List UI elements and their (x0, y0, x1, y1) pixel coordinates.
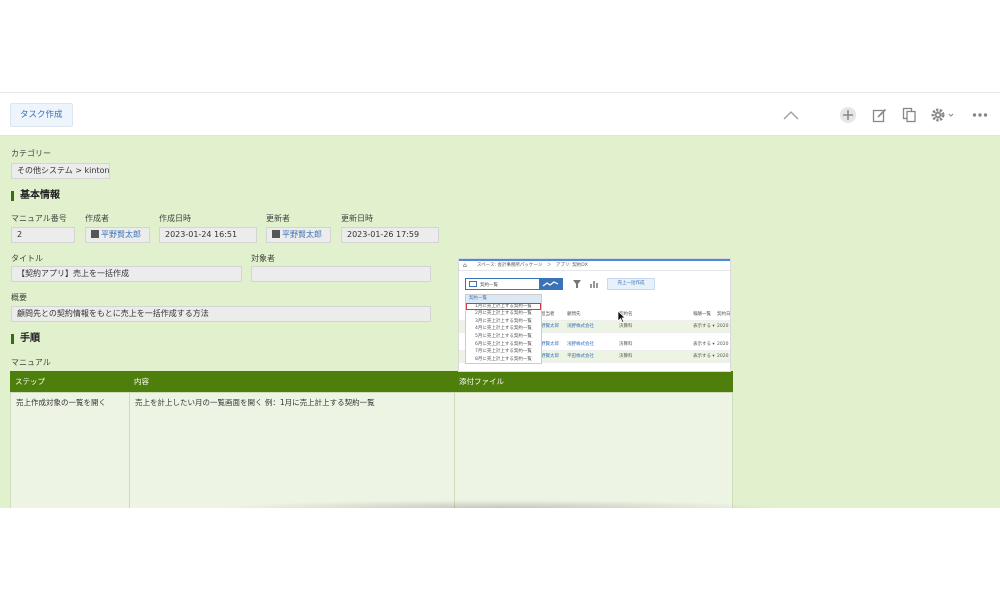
thumb-cell: 2020 (717, 354, 729, 359)
created-label: 作成日時 (159, 214, 191, 223)
col-attachment: 添付ファイル (459, 377, 504, 386)
graph-icon (539, 278, 563, 290)
filter-icon (572, 279, 582, 291)
updater-link[interactable]: 平野賢太郎 (282, 230, 322, 239)
creator-label: 作成者 (85, 214, 109, 223)
dropdown-item: 6月に売上計上する契約一覧 (475, 341, 532, 347)
steps-table-header: ステップ 内容 添付ファイル (10, 371, 733, 392)
target-value (251, 266, 431, 282)
edit-icon[interactable] (869, 105, 889, 125)
dropdown-item-highlighted: 1月に売上計上する契約一覧 (466, 302, 541, 311)
category-label: カテゴリー (11, 149, 51, 158)
top-blank-area (0, 0, 1000, 92)
updater-label: 更新者 (266, 214, 290, 223)
copy-icon[interactable] (899, 105, 919, 125)
title-label: タイトル (11, 254, 43, 263)
content-cell: 売上を計上したい月の一覧画面を開く 例：1月に売上計上する契約一覧 (130, 393, 455, 508)
thumb-header: 報酬一覧 (693, 312, 711, 317)
thumb-cell: 2020 (717, 342, 729, 347)
col-step: ステップ (15, 377, 45, 386)
thumb-cell: 決算料 (619, 354, 633, 359)
user-icon (91, 230, 99, 238)
thumb-cell: 平田株式会社 (567, 354, 594, 359)
creator-link[interactable]: 平野賢太郎 (101, 230, 141, 239)
dropdown-item: 5月に売上計上する契約一覧 (475, 333, 532, 339)
thumb-view-select: 契約一覧 (465, 278, 540, 290)
dropdown-item: 8月に売上計上する契約一覧 (475, 356, 532, 362)
thumb-cell: 野賢太郎 (541, 342, 559, 347)
category-value: その他システム > kintone (11, 163, 110, 179)
thumb-cell: 表示する ▾ (693, 354, 715, 359)
created-value: 2023-01-24 16:51 (159, 227, 257, 243)
thumb-header: 顧問先 (567, 312, 581, 317)
thumb-cell: 表示する ▾ (693, 342, 715, 347)
thumb-cell: 野賢太郎 (541, 324, 559, 329)
thumb-create-button: 売上一括作成 (607, 278, 655, 290)
title-value: 【契約アプリ】売上を一括作成 (11, 266, 242, 282)
manual-no-label: マニュアル番号 (11, 214, 67, 223)
thumb-cell: 浅野株式会社 (567, 324, 594, 329)
plus-icon[interactable] (838, 105, 858, 125)
home-icon: ⌂ (463, 262, 467, 269)
dropdown-item: 7月に売上計上する契約一覧 (475, 349, 532, 355)
attachment-thumbnail[interactable]: ⌂ スペース: 会計事務所パッケージ ＞ アプリ: 契約DX 契約一覧 売上一括… (458, 258, 731, 372)
list-icon (469, 281, 477, 287)
bar-chart-icon (589, 279, 599, 291)
summary-label: 概要 (11, 293, 27, 302)
dropdown-item: 4月に売上計上する契約一覧 (475, 326, 532, 332)
creator-field: 平野賢太郎 (85, 227, 150, 243)
chevron-up-icon[interactable] (781, 105, 801, 125)
create-task-button[interactable]: タスク作成 (10, 103, 73, 127)
thumb-cell: 2020 (717, 324, 729, 329)
updated-value: 2023-01-26 17:59 (341, 227, 439, 243)
record-toolbar: タスク作成 (0, 92, 1000, 136)
thumb-header: 契約日 (717, 312, 731, 317)
target-label: 対象者 (251, 254, 275, 263)
attachment-cell (455, 393, 732, 508)
thumb-breadcrumb-text: スペース: 会計事務所パッケージ ＞ アプリ: 契約DX (477, 263, 588, 268)
thumb-view-dropdown: 契約一覧 1月に売上計上する契約一覧 2月に売上計上する契約一覧 3月に売上計上… (465, 294, 542, 365)
steps-heading: 手順 (11, 334, 40, 344)
dropdown-item: 3月に売上計上する契約一覧 (475, 318, 532, 324)
updated-label: 更新日時 (341, 214, 373, 223)
thumb-breadcrumb: ⌂ スペース: 会計事務所パッケージ ＞ アプリ: 契約DX (459, 259, 730, 271)
manual-no-value: 2 (11, 227, 75, 243)
summary-value: 顧問先との契約情報をもとに売上を一括作成する方法 (11, 306, 431, 322)
thumb-view-select-text: 契約一覧 (480, 282, 498, 288)
thumb-cell: 野賢太郎 (541, 354, 559, 359)
more-icon[interactable] (970, 105, 990, 125)
col-content: 内容 (134, 377, 149, 386)
thumb-header: 担当者 (541, 312, 555, 317)
thumb-cell: 決算料 (619, 342, 633, 347)
thumb-cell: 浅野株式会社 (567, 342, 594, 347)
dropdown-item: 2月に売上計上する契約一覧 (475, 311, 532, 317)
step-cell: 売上作成対象の一覧を開く (11, 393, 130, 508)
dropdown-item: 契約一覧 (466, 295, 541, 303)
user-icon (272, 230, 280, 238)
updater-field: 平野賢太郎 (266, 227, 331, 243)
basic-info-heading: 基本情報 (11, 191, 60, 201)
thumb-cell: 表示する ▾ (693, 324, 715, 329)
bottom-blank-area (0, 508, 1000, 600)
steps-table: ステップ 内容 添付ファイル 売上作成対象の一覧を開く 売上を計上したい月の一覧… (10, 371, 733, 508)
mouse-cursor-icon (617, 308, 626, 327)
table-row: 売上作成対象の一覧を開く 売上を計上したい月の一覧画面を開く 例：1月に売上計上… (10, 392, 733, 508)
gear-icon[interactable] (930, 105, 958, 125)
manual-label: マニュアル (11, 358, 51, 367)
